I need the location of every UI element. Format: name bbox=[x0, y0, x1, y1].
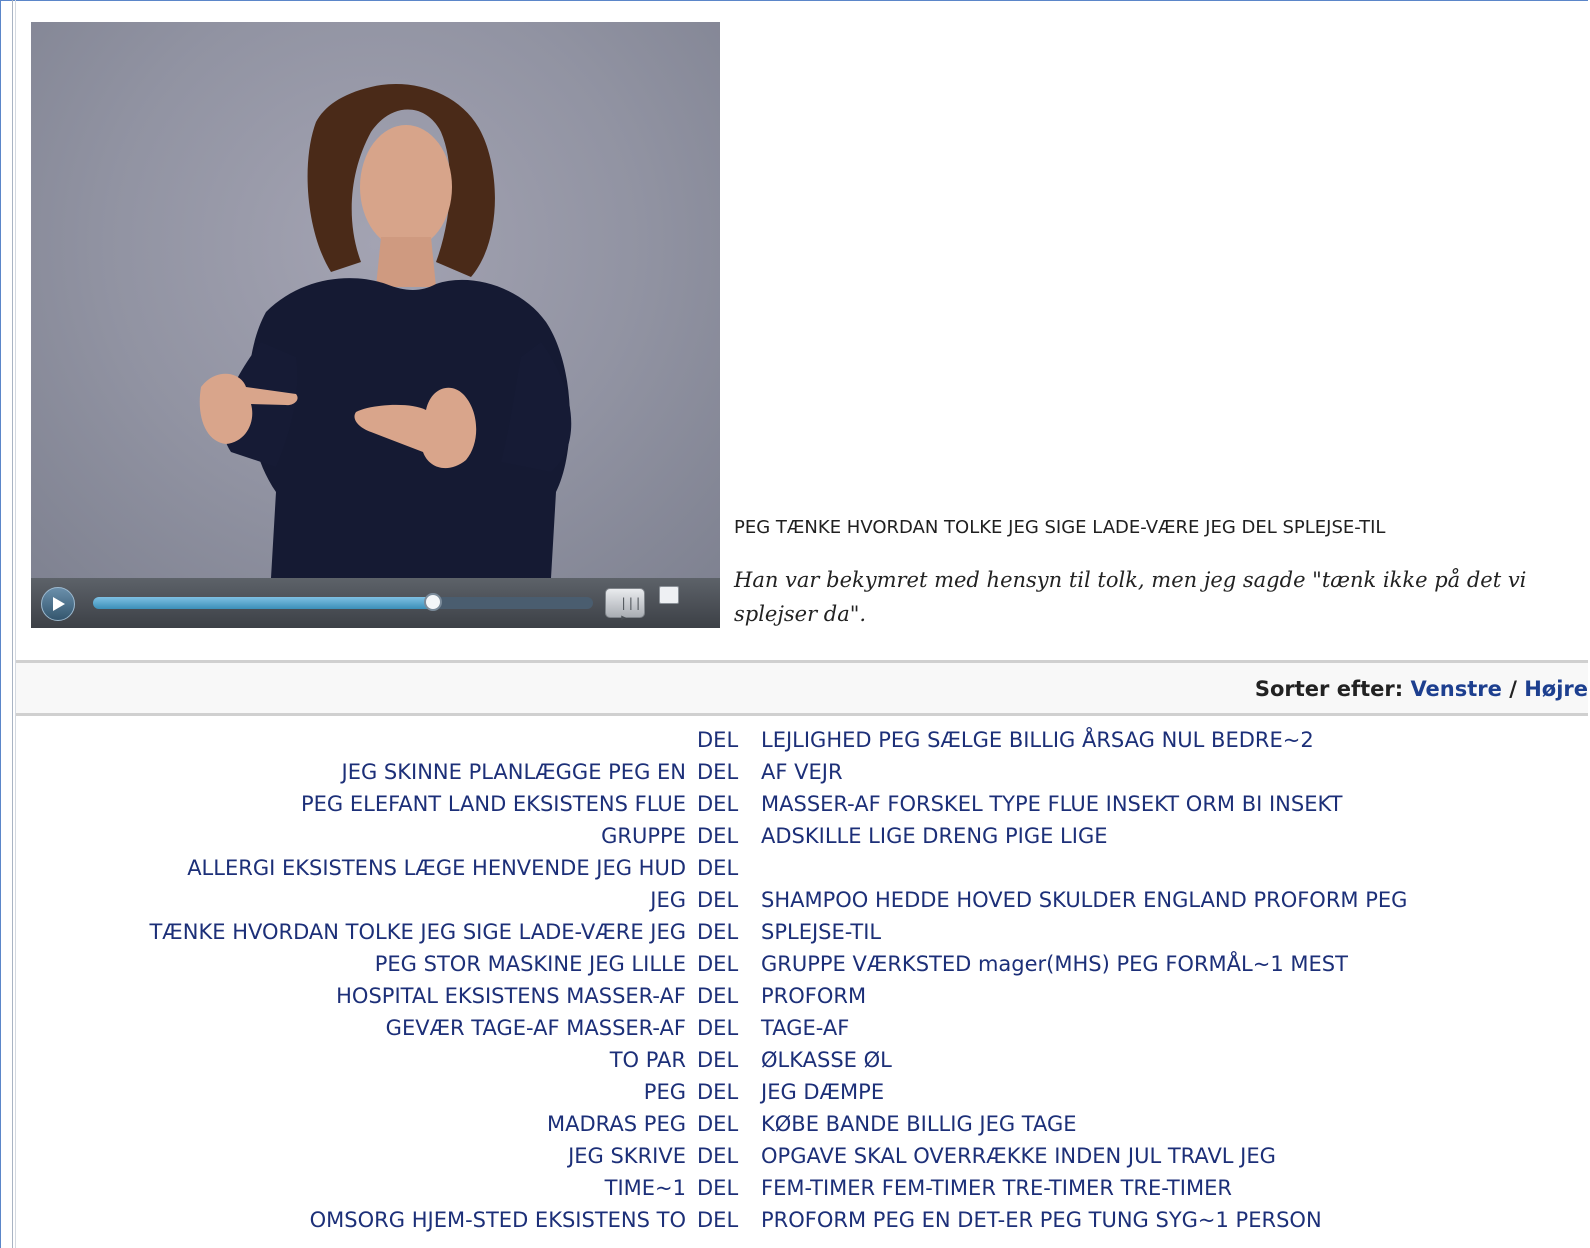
keyword: DEL bbox=[697, 1080, 739, 1104]
concordance-row[interactable]: MADRAS PEG DEL KØBE BANDE BILLIG JEG TAGE bbox=[16, 1108, 1588, 1140]
seek-bar-progress bbox=[93, 597, 433, 609]
concordance-row[interactable]: GRUPPE DEL ADSKILLE LIGE DRENG PIGE LIGE bbox=[16, 820, 1588, 852]
keyword: DEL bbox=[697, 728, 739, 752]
keyword: DEL bbox=[697, 1176, 739, 1200]
right-context: ØLKASSE ØL bbox=[761, 1048, 892, 1072]
right-context: FEM-TIMER FEM-TIMER TRE-TIMER TRE-TIMER bbox=[761, 1176, 1232, 1200]
sort-separator: / bbox=[1509, 677, 1517, 701]
sort-label: Sorter efter: bbox=[1254, 677, 1404, 701]
left-context: OMSORG HJEM-STED EKSISTENS TO bbox=[309, 1208, 686, 1232]
right-context: KØBE BANDE BILLIG JEG TAGE bbox=[761, 1112, 1077, 1136]
concordance-row[interactable]: TÆNKE HVORDAN TOLKE JEG SIGE LADE-VÆRE J… bbox=[16, 916, 1588, 948]
right-context: SHAMPOO HEDDE HOVED SKULDER ENGLAND PROF… bbox=[761, 888, 1408, 912]
left-context: PEG bbox=[643, 1080, 686, 1104]
right-context: ADSKILLE LIGE DRENG PIGE LIGE bbox=[761, 824, 1108, 848]
concordance-row[interactable]: JEG SKINNE PLANLÆGGE PEG EN DEL AF VEJR bbox=[16, 756, 1588, 788]
gloss-text: PEG TÆNKE HVORDAN TOLKE JEG SIGE LADE-VÆ… bbox=[734, 517, 1386, 538]
left-context: JEG SKINNE PLANLÆGGE PEG EN bbox=[341, 760, 687, 784]
signer-video-image bbox=[199, 84, 572, 578]
concordance-row[interactable]: PEG DEL JEG DÆMPE bbox=[16, 1076, 1588, 1108]
concordance-row[interactable]: JEG SKRIVE DEL OPGAVE SKAL OVERRÆKKE INDEN… bbox=[16, 1140, 1588, 1172]
right-context: GRUPPE VÆRKSTED mager(MHS) PEG FORMÅL~1 … bbox=[761, 952, 1348, 976]
volume-icon: |||▸ bbox=[620, 596, 642, 624]
concordance-list: DEL LEJLIGHED PEG SÆLGE BILLIG ÅRSAG NUL … bbox=[16, 724, 1588, 1236]
right-context: OPGAVE SKAL OVERRÆKKE INDEN JUL TRAVL JE… bbox=[761, 1144, 1276, 1168]
left-context: HOSPITAL EKSISTENS MASSER-AF bbox=[336, 984, 686, 1008]
keyword: DEL bbox=[697, 1208, 739, 1232]
keyword: DEL bbox=[697, 792, 739, 816]
sort-controls: Sorter efter: Venstre / Højre bbox=[1255, 677, 1588, 701]
video-player[interactable]: |||▸ bbox=[31, 22, 720, 628]
right-context: SPLEJSE-TIL bbox=[761, 920, 882, 944]
seek-bar-handle[interactable] bbox=[424, 593, 442, 611]
right-context: AF VEJR bbox=[761, 760, 843, 784]
keyword: DEL bbox=[697, 952, 739, 976]
keyword: DEL bbox=[697, 1048, 739, 1072]
concordance-row[interactable]: PEG ELEFANT LAND EKSISTENS FLUE DEL MASSER… bbox=[16, 788, 1588, 820]
fullscreen-button[interactable] bbox=[659, 586, 679, 604]
keyword: DEL bbox=[697, 888, 739, 912]
right-context: MASSER-AF FORSKEL TYPE FLUE INSEKT ORM B… bbox=[761, 792, 1343, 816]
concordance-row[interactable]: PEG STOR MASKINE JEG LILLE DEL GRUPPE VÆRK… bbox=[16, 948, 1588, 980]
concordance-row[interactable]: DEL LEJLIGHED PEG SÆLGE BILLIG ÅRSAG NUL … bbox=[16, 724, 1588, 756]
left-context: GRUPPE bbox=[601, 824, 686, 848]
concordance-row[interactable]: TIME~1 DEL FEM-TIMER FEM-TIMER TRE-TIMER T… bbox=[16, 1172, 1588, 1204]
concordance-row[interactable]: GEVÆR TAGE-AF MASSER-AF DEL TAGE-AF bbox=[16, 1012, 1588, 1044]
left-context: TO PAR bbox=[609, 1048, 686, 1072]
keyword: DEL bbox=[697, 856, 739, 880]
concordance-row[interactable]: JEG DEL SHAMPOO HEDDE HOVED SKULDER ENGLAN… bbox=[16, 884, 1588, 916]
left-context: PEG ELEFANT LAND EKSISTENS FLUE bbox=[300, 792, 686, 816]
sort-bar: Sorter efter: Venstre / Højre bbox=[16, 660, 1588, 716]
left-context: TIME~1 bbox=[604, 1176, 686, 1200]
right-context: TAGE-AF bbox=[761, 1016, 850, 1040]
keyword: DEL bbox=[697, 1112, 739, 1136]
left-context: JEG SKRIVE bbox=[568, 1144, 686, 1168]
translation-text: Han var bekymret med hensyn til tolk, me… bbox=[734, 568, 1527, 626]
concordance-row[interactable]: OMSORG HJEM-STED EKSISTENS TO DEL PROFORM … bbox=[16, 1204, 1588, 1236]
volume-button[interactable]: |||▸ bbox=[605, 588, 645, 624]
left-context: TÆNKE HVORDAN TOLKE JEG SIGE LADE-VÆRE J… bbox=[149, 920, 686, 944]
sort-right-link[interactable]: Højre bbox=[1524, 677, 1588, 701]
keyword: DEL bbox=[697, 1016, 739, 1040]
right-context: LEJLIGHED PEG SÆLGE BILLIG ÅRSAG NUL BED… bbox=[761, 728, 1314, 752]
keyword: DEL bbox=[697, 824, 739, 848]
concordance-row[interactable]: ALLERGI EKSISTENS LÆGE HENVENDE JEG HUD D… bbox=[16, 852, 1588, 884]
left-context: MADRAS PEG bbox=[547, 1112, 686, 1136]
right-context: PROFORM PEG EN DET-ER PEG TUNG SYG~1 PER… bbox=[761, 1208, 1322, 1232]
right-context: JEG DÆMPE bbox=[761, 1080, 885, 1104]
keyword: DEL bbox=[697, 920, 739, 944]
frame-divider bbox=[12, 0, 13, 1248]
video-controls: |||▸ bbox=[31, 578, 720, 628]
left-context: PEG STOR MASKINE JEG LILLE bbox=[374, 952, 686, 976]
keyword: DEL bbox=[697, 760, 739, 784]
sort-left-link[interactable]: Venstre bbox=[1410, 677, 1501, 701]
seek-bar[interactable] bbox=[93, 593, 593, 611]
keyword: DEL bbox=[697, 1144, 739, 1168]
video-frame[interactable] bbox=[31, 22, 720, 578]
left-context: JEG bbox=[650, 888, 686, 912]
left-context: ALLERGI EKSISTENS LÆGE HENVENDE JEG HUD bbox=[187, 856, 686, 880]
keyword: DEL bbox=[697, 984, 739, 1008]
concordance-row[interactable]: HOSPITAL EKSISTENS MASSER-AF DEL PROFORM bbox=[16, 980, 1588, 1012]
concordance-row[interactable]: TO PAR DEL ØLKASSE ØL bbox=[16, 1044, 1588, 1076]
play-button[interactable] bbox=[41, 587, 75, 621]
right-context: PROFORM bbox=[761, 984, 867, 1008]
left-context: GEVÆR TAGE-AF MASSER-AF bbox=[385, 1016, 686, 1040]
play-icon bbox=[53, 597, 65, 611]
